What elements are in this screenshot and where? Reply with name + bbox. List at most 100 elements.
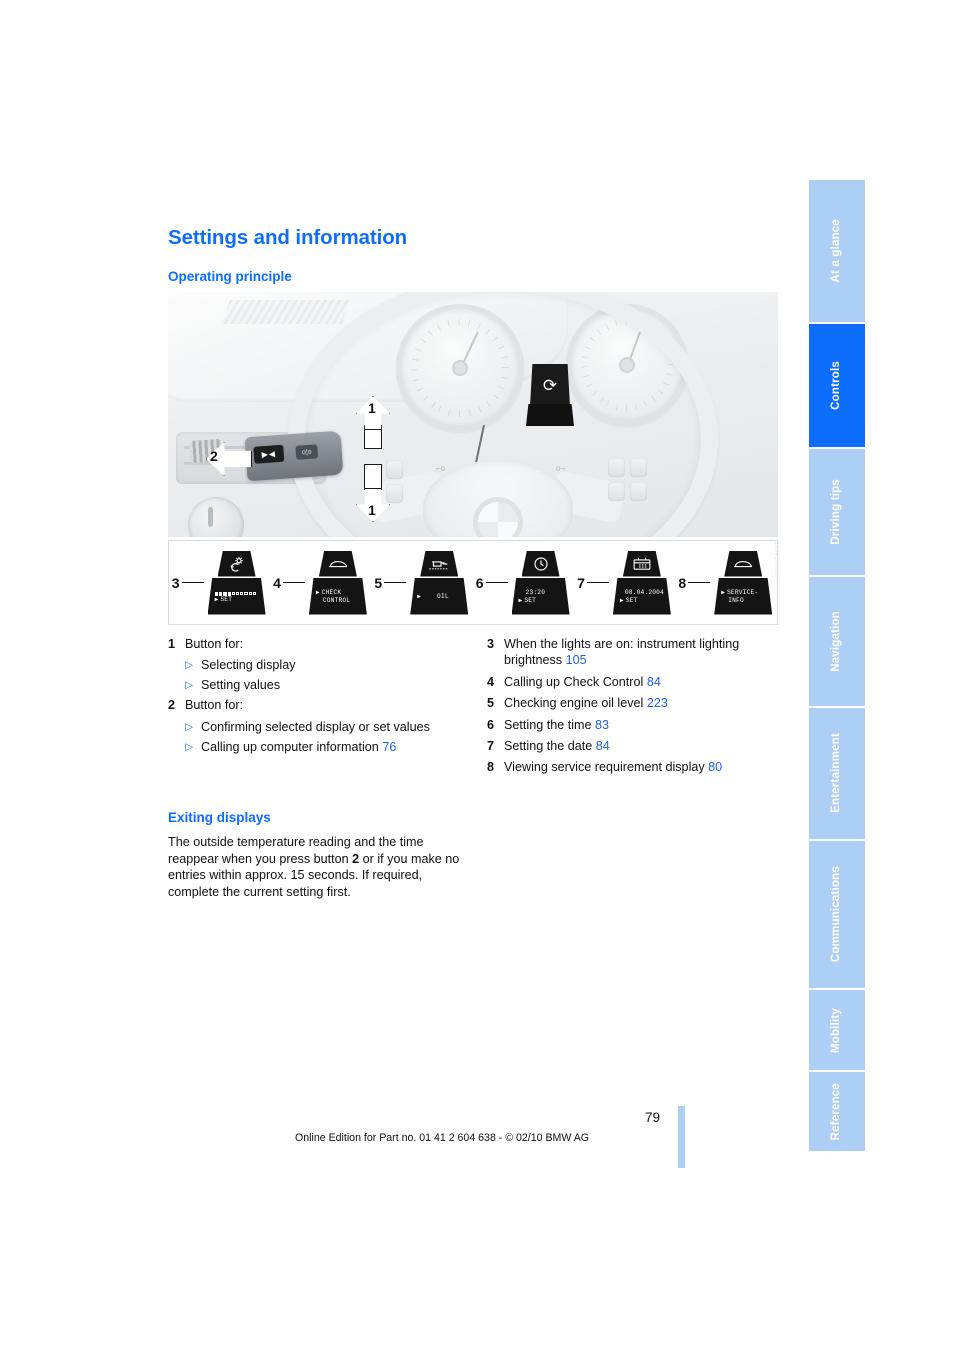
legend-item-8: 8 Viewing service requirement display 80 bbox=[487, 759, 780, 775]
legend-item-6-number: 6 bbox=[487, 717, 495, 732]
lcd-label-info: INFO bbox=[728, 596, 744, 604]
steering-wheel-button bbox=[386, 460, 403, 479]
sidebar-tab-mobility[interactable]: Mobility bbox=[809, 990, 865, 1073]
sidebar-tab-reference[interactable]: Reference bbox=[809, 1072, 865, 1151]
caret-icon: ▶ bbox=[214, 595, 219, 603]
sidebar-tab-label: Navigation bbox=[830, 611, 843, 672]
display-state-5: 5 ▶ OIL bbox=[372, 541, 473, 624]
display-state-5-leader bbox=[384, 581, 407, 584]
lcd-label-control: CONTROL bbox=[322, 596, 351, 604]
callout-number-1-up: 1 bbox=[368, 400, 376, 416]
legend-item-7-number: 7 bbox=[487, 739, 495, 754]
lcd-label-date: 08.04.2004 bbox=[624, 588, 665, 596]
dashboard-illustration: ⟳ ⌐o o¬ ▶◀ o¦o 1 1 2 3 ▶ SET 4 ▶ CHECK C… bbox=[168, 292, 779, 625]
legend-item-4-number: 4 bbox=[487, 674, 495, 689]
steering-wheel-button bbox=[630, 482, 647, 501]
lcd-row-info: INFO bbox=[721, 597, 772, 605]
exiting-displays-paragraph: The outside temperature reading and the … bbox=[168, 834, 468, 900]
steering-wheel-button bbox=[608, 482, 625, 501]
triangle-bullet-icon: ▷ bbox=[185, 679, 194, 692]
legend-item-1: 1 Button for: bbox=[168, 636, 461, 652]
page-reference[interactable]: 84 bbox=[647, 675, 661, 689]
sidebar-tab-label: Reference bbox=[830, 1082, 843, 1141]
illustration-watermark: 1234567890 bbox=[773, 542, 779, 578]
calendar-icon bbox=[622, 550, 661, 577]
sidebar-tab-entertainment[interactable]: Entertainment bbox=[809, 707, 865, 841]
lcd-row-oil: ▶ OIL bbox=[417, 593, 468, 601]
lcd-group-4: ▶ CHECK CONTROL bbox=[307, 550, 369, 615]
display-state-6: 6 23:20 ▶ SET bbox=[473, 541, 574, 624]
sidebar-tab-label: Driving tips bbox=[830, 479, 843, 546]
sidebar-tab-communications[interactable]: Communications bbox=[809, 840, 865, 991]
legend-subitem-text: Selecting display bbox=[201, 658, 296, 673]
chapter-sidebar: At a glance Controls Driving tips Naviga… bbox=[809, 180, 865, 1151]
legend-lists: 1 Button for: ▷ Selecting display ▷ Sett… bbox=[168, 636, 780, 781]
legend-item-label: Calling up Check Control bbox=[504, 674, 644, 689]
lcd-row-date: 08.04.2004 bbox=[620, 589, 671, 597]
legend-item-label: Checking engine oil level bbox=[504, 696, 644, 711]
legend-right-column: 3 When the lights are on: instrument lig… bbox=[487, 636, 780, 781]
legend-item-1-text: Button for: bbox=[185, 637, 244, 651]
steering-wheel-button bbox=[386, 484, 403, 503]
lcd-text-5: ▶ OIL bbox=[410, 577, 469, 615]
caret-icon: ▶ bbox=[315, 588, 320, 596]
legend-item-3-text: When the lights are on: instrument light… bbox=[504, 636, 780, 669]
caret-icon: ▶ bbox=[417, 592, 422, 600]
page-reference[interactable]: 105 bbox=[566, 653, 587, 667]
steering-wheel-button bbox=[608, 458, 625, 477]
lcd-group-7: 08.04.2004 ▶ SET bbox=[611, 550, 673, 615]
legend-subitem: ▷ Calling up computer information 76 bbox=[185, 739, 461, 756]
sidebar-tab-label: Mobility bbox=[830, 1007, 843, 1053]
lcd-row-service: ▶ SERVICE- bbox=[721, 589, 772, 597]
lcd-row-check: ▶ CHECK bbox=[316, 589, 367, 597]
display-state-6-number: 6 bbox=[475, 574, 484, 591]
dashboard-photo: ⟳ ⌐o o¬ ▶◀ o¦o 1 1 2 bbox=[168, 292, 778, 537]
legend-item-4: 4 Calling up Check Control 84 bbox=[487, 674, 780, 690]
lcd-row-control: CONTROL bbox=[316, 597, 367, 605]
legend-item-5: 5 Checking engine oil level 223 bbox=[487, 695, 780, 711]
caret-icon: ▶ bbox=[721, 588, 726, 596]
page-reference[interactable]: 83 bbox=[595, 718, 609, 732]
lcd-label-set: SET bbox=[524, 596, 537, 604]
legend-subitem-label: Calling up computer information bbox=[201, 739, 379, 754]
bar-off bbox=[244, 591, 248, 596]
page-reference[interactable]: 223 bbox=[647, 696, 668, 710]
legend-left-column: 1 Button for: ▷ Selecting display ▷ Sett… bbox=[168, 636, 461, 781]
display-state-3-leader bbox=[181, 581, 204, 584]
sidebar-tab-controls[interactable]: Controls bbox=[809, 323, 865, 450]
lcd-label-set: SET bbox=[625, 596, 638, 604]
display-state-7-number: 7 bbox=[577, 574, 585, 591]
page-reference[interactable]: 84 bbox=[596, 739, 610, 753]
lcd-label-set: SET bbox=[220, 595, 233, 603]
page-reference[interactable]: 80 bbox=[708, 760, 722, 774]
caret-icon: ▶ bbox=[619, 596, 624, 604]
turn-signal-stalk: ▶◀ o¦o bbox=[244, 430, 344, 482]
legend-item-label: Viewing service requirement display bbox=[504, 760, 705, 775]
sidebar-tab-driving-tips[interactable]: Driving tips bbox=[809, 449, 865, 578]
lcd-row-time: 23:20 bbox=[519, 589, 570, 597]
triangle-bullet-icon: ▷ bbox=[185, 659, 194, 672]
page-title: Settings and information bbox=[168, 226, 408, 249]
sidebar-tab-navigation[interactable]: Navigation bbox=[809, 577, 865, 708]
section-heading-operating-principle: Operating principle bbox=[168, 269, 292, 284]
legend-item-2-text: Button for: bbox=[185, 698, 244, 713]
lcd-text-4: ▶ CHECK CONTROL bbox=[308, 577, 367, 615]
sidebar-tab-at-a-glance[interactable]: At a glance bbox=[809, 180, 865, 324]
legend-subitem-text: Calling up computer information 76 bbox=[201, 739, 461, 756]
legend-subitem: ▷ Selecting display bbox=[185, 657, 461, 674]
legend-item-7: 7 Setting the date 84 bbox=[487, 738, 780, 754]
bar-off bbox=[240, 591, 244, 596]
display-state-3-number: 3 bbox=[171, 574, 180, 591]
legend-subitem-text: Setting values bbox=[201, 678, 281, 693]
display-state-4-number: 4 bbox=[273, 574, 281, 591]
lcd-group-8: ▶ SERVICE- INFO bbox=[712, 550, 774, 615]
callout-number-1-down: 1 bbox=[368, 502, 376, 518]
legend-item-7-text: Setting the date 84 bbox=[504, 738, 780, 754]
page-reference[interactable]: 76 bbox=[382, 740, 396, 754]
sidebar-tab-label: Entertainment bbox=[830, 733, 843, 814]
legend-item-2-number: 2 bbox=[168, 698, 176, 713]
lcd-row-set-6: ▶ SET bbox=[519, 597, 570, 605]
legend-item-label: When the lights are on: instrument light… bbox=[504, 637, 740, 668]
page-number: 79 bbox=[645, 1110, 661, 1125]
legend-item-3: 3 When the lights are on: instrument lig… bbox=[487, 636, 780, 669]
